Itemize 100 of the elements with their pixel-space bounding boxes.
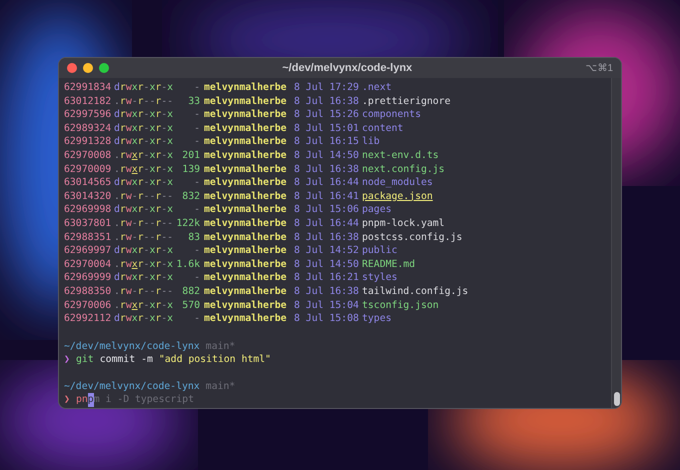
modified-date: 8 Jul 16:44	[294, 216, 360, 231]
file-name: components	[362, 108, 421, 122]
file-size: 122k	[175, 216, 200, 231]
inode-number: 62969999	[64, 271, 112, 285]
file-size: 201	[181, 148, 200, 163]
modified-date: 8 Jul 15:26	[294, 108, 360, 122]
modified-date: 8 Jul 15:08	[294, 312, 360, 326]
file-name: content	[362, 122, 404, 136]
command-token: -m	[141, 353, 153, 367]
permissions: .rwxr-xr-x	[114, 298, 174, 312]
modified-date: 8 Jul 14:50	[294, 258, 360, 272]
file-name: next.config.js	[362, 162, 445, 176]
git-branch: main*	[206, 380, 236, 394]
inode-number: 62989324	[64, 122, 112, 136]
file-size: -	[193, 312, 200, 326]
file-name: lib	[362, 135, 380, 149]
owner-name: melvynmalherbe	[204, 230, 288, 244]
file-size: -	[193, 176, 200, 190]
file-name: pages	[362, 203, 392, 217]
inode-number: 62991328	[64, 135, 112, 149]
inode-number: 62970006	[64, 298, 112, 312]
file-name: .next	[362, 81, 392, 95]
inode-number: 62992112	[64, 312, 112, 326]
owner-name: melvynmalherbe	[204, 284, 288, 298]
permissions: drwxr-xr-x	[114, 81, 174, 95]
file-name: package.json	[362, 190, 433, 204]
file-size: -	[193, 122, 200, 136]
inode-number: 63037801	[64, 216, 112, 231]
inode-number: 63014320	[64, 190, 112, 204]
file-name: tailwind.config.js	[362, 284, 468, 298]
permissions: .rw-r--r--	[114, 94, 174, 108]
modified-date: 8 Jul 15:01	[294, 122, 360, 136]
modified-date: 8 Jul 16:15	[294, 135, 360, 149]
file-size: 139	[181, 162, 200, 176]
permissions: drwxr-xr-x	[114, 271, 174, 285]
permissions: .rw-r--r--	[114, 230, 174, 244]
inode-number: 62988351	[64, 230, 112, 244]
modified-date: 8 Jul 17:29	[294, 81, 360, 95]
modified-date: 8 Jul 16:44	[294, 176, 360, 190]
file-name: .prettierignore	[362, 94, 450, 108]
permissions: .rwxr-xr-x	[114, 258, 174, 272]
prompt-path: ~/dev/melvynx/code-lynx	[64, 380, 200, 394]
file-name: public	[362, 244, 398, 258]
file-name: pnpm-lock.yaml	[362, 216, 445, 231]
file-size: 1.6k	[175, 258, 200, 272]
git-branch: main*	[206, 340, 236, 354]
owner-name: melvynmalherbe	[204, 108, 288, 122]
owner-name: melvynmalherbe	[204, 135, 288, 149]
inode-number: 62969997	[64, 244, 112, 258]
permissions: drwxr-xr-x	[114, 203, 174, 217]
prompt-path: ~/dev/melvynx/code-lynx	[64, 340, 200, 354]
scrollbar-thumb[interactable]	[614, 392, 620, 406]
prompt-symbol: ❯	[64, 393, 71, 408]
owner-name: melvynmalherbe	[204, 190, 288, 204]
modified-date: 8 Jul 15:04	[294, 298, 360, 312]
file-size: 33	[187, 94, 200, 108]
owner-name: melvynmalherbe	[204, 94, 288, 108]
file-name: tsconfig.json	[362, 298, 439, 312]
modified-date: 8 Jul 16:41	[294, 190, 360, 204]
owner-name: melvynmalherbe	[204, 176, 288, 190]
file-name: types	[362, 312, 392, 326]
maximize-button[interactable]	[99, 63, 109, 73]
modified-date: 8 Jul 16:38	[294, 284, 360, 298]
inode-number: 62970008	[64, 148, 112, 163]
modified-date: 8 Jul 16:38	[294, 94, 360, 108]
modified-date: 8 Jul 16:21	[294, 271, 360, 285]
shortcut-label: ⌥⌘1	[585, 62, 613, 76]
modified-date: 8 Jul 15:06	[294, 203, 360, 217]
file-size: -	[193, 135, 200, 149]
close-button[interactable]	[67, 63, 77, 73]
permissions: .rw-r--r--	[114, 284, 174, 298]
owner-name: melvynmalherbe	[204, 312, 288, 326]
file-size: -	[193, 271, 200, 285]
inode-number: 62991834	[64, 81, 112, 95]
prompt-symbol: ❯	[64, 353, 71, 367]
owner-name: melvynmalherbe	[204, 122, 288, 136]
inode-number: 62970004	[64, 258, 112, 272]
command-token: git	[76, 353, 94, 367]
minimize-button[interactable]	[83, 63, 93, 73]
owner-name: melvynmalherbe	[204, 244, 288, 258]
command-token: commit	[100, 353, 136, 367]
owner-name: melvynmalherbe	[204, 271, 288, 285]
autosuggestion: m i -D typescript	[94, 393, 194, 408]
file-size: 832	[181, 190, 200, 204]
inode-number: 62970009	[64, 162, 112, 176]
file-size: -	[193, 244, 200, 258]
file-name: styles	[362, 271, 398, 285]
inode-number: 63014565	[64, 176, 112, 190]
modified-date: 8 Jul 16:38	[294, 230, 360, 244]
modified-date: 8 Jul 14:50	[294, 148, 360, 163]
file-name: postcss.config.js	[362, 230, 462, 244]
permissions: drwxr-xr-x	[114, 108, 174, 122]
command-token: "add position html"	[158, 353, 271, 367]
permissions: drwxr-xr-x	[114, 244, 174, 258]
owner-name: melvynmalherbe	[204, 148, 288, 163]
window-title: ~/dev/melvynx/code-lynx	[282, 60, 412, 76]
permissions: drwxr-xr-x	[114, 312, 174, 326]
file-name: README.md	[362, 258, 416, 272]
owner-name: melvynmalherbe	[204, 298, 288, 312]
file-name: node_modules	[362, 176, 433, 190]
